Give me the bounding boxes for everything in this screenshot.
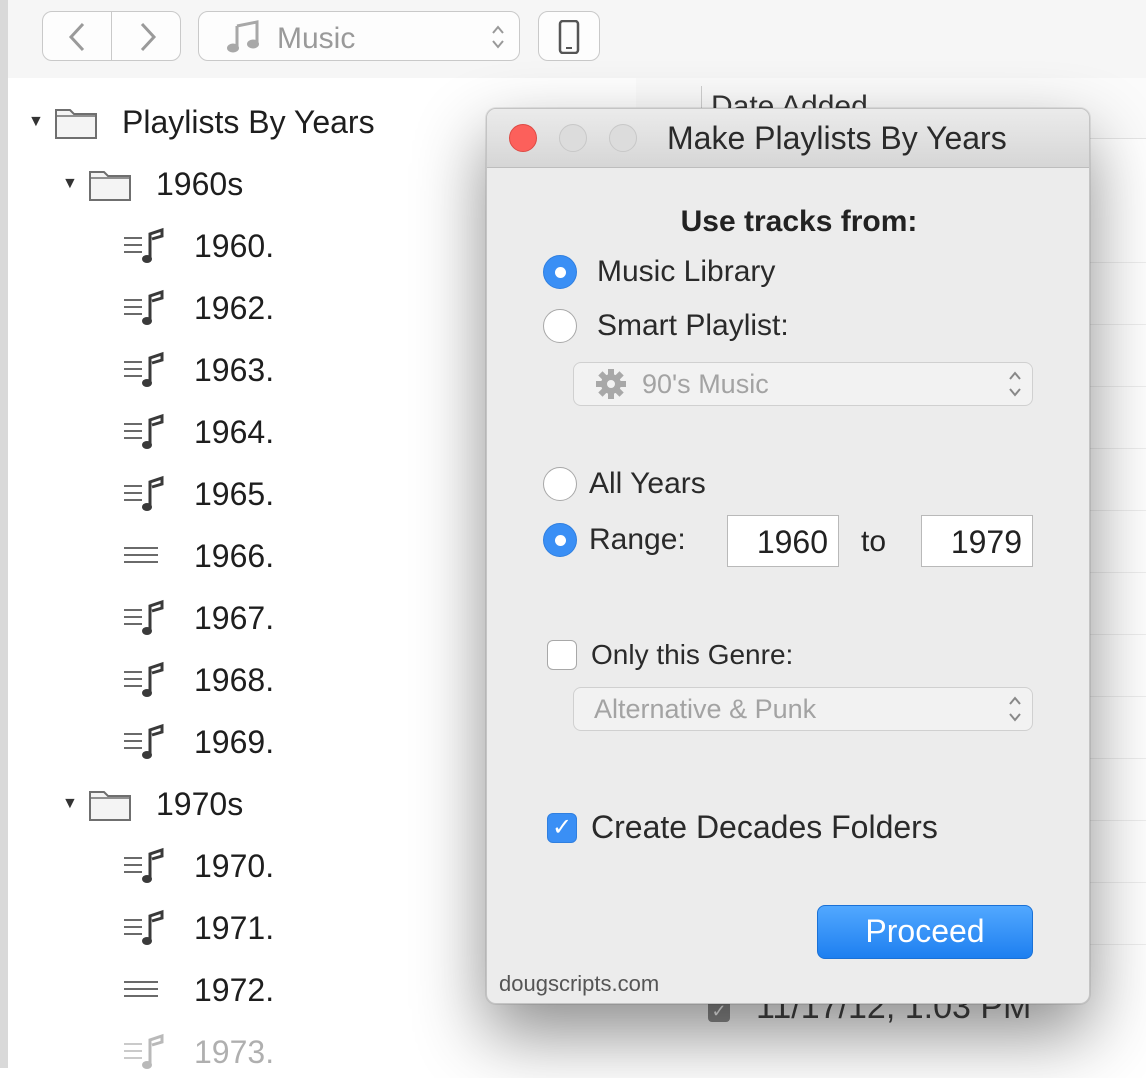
disclosure-triangle-icon[interactable]: ▼ [62,795,80,813]
checkbox-unchecked-icon[interactable] [547,640,577,670]
credit-text: dougscripts.com [499,971,660,996]
music-note-icon [227,20,259,53]
radio-label: Range: [589,523,686,556]
playlist-row[interactable]: 1969. [122,716,274,768]
forward-button[interactable] [111,11,181,61]
folder-row-playlists-by-years[interactable]: ▼ Playlists By Years [28,96,375,148]
checkmark-icon[interactable]: ✓ [547,812,577,843]
playlist-row[interactable]: 1972. [122,964,274,1016]
radio-unselected-icon[interactable] [543,467,577,501]
playlist-row[interactable]: 1971. [122,902,274,954]
disclosure-triangle-icon[interactable]: ▼ [28,113,46,131]
range-from-field[interactable]: 1960 [727,515,839,567]
playlist-label: 1973. [194,1033,275,1070]
playlist-music-icon [122,1032,168,1072]
playlist-row[interactable]: 1962. [122,282,274,334]
chevron-right-icon [140,22,157,52]
radio-label: Music Library [597,255,776,288]
playlist-label: 1960. [194,227,275,264]
playlist-row[interactable]: 1968. [122,654,274,706]
checkbox-label: Create Decades Folders [591,809,938,845]
checkbox-only-genre[interactable]: Only this Genre: [547,639,793,671]
playlist-label: 1963. [194,351,275,388]
checkbox-label: Only this Genre: [591,639,794,670]
device-button[interactable] [538,11,600,61]
dialog-title: Make Playlists By Years [667,120,1007,156]
folder-icon [88,166,132,202]
folder-label: 1960s [156,165,244,202]
source-section-heading: Use tracks from: [680,205,918,238]
radio-label: All Years [589,467,706,500]
range-to-field[interactable]: 1979 [921,515,1033,567]
playlist-row[interactable]: 1966. [122,530,274,582]
playlist-label: 1972. [194,971,275,1008]
radio-all-years[interactable]: All Years [543,467,706,501]
radio-unselected-icon[interactable] [543,309,577,343]
playlist-label: 1962. [194,289,275,326]
toolbar: Music [8,0,1146,78]
folder-icon [88,786,132,822]
playlist-row[interactable]: 1965. [122,468,274,520]
playlist-row[interactable]: 1967. [122,592,274,644]
playlist-label: 1966. [194,537,275,574]
playlist-music-icon [122,846,168,886]
playlist-music-icon [122,908,168,948]
folder-label: 1970s [156,785,244,822]
playlist-label: 1970. [194,847,275,884]
playlist-music-icon [122,722,168,762]
updown-arrows-icon [492,25,504,49]
radio-label: Smart Playlist: [597,309,789,342]
disclosure-triangle-icon[interactable]: ▼ [62,175,80,193]
playlist-label: 1965. [194,475,275,512]
updown-arrows-icon [1009,696,1021,722]
range-to-label: to [861,525,887,558]
playlist-label: 1964. [194,413,275,450]
playlist-music-icon [122,350,168,390]
make-playlists-dialog: Make Playlists By Years Use tracks from:… [486,108,1090,1004]
smart-playlist-select[interactable]: 90's Music [573,362,1033,406]
proceed-button[interactable]: Proceed [817,905,1033,959]
playlist-row[interactable]: 1970. [122,840,274,892]
updown-arrows-icon [1009,371,1021,397]
smart-playlist-value: 90's Music [642,368,769,399]
radio-music-library[interactable]: Music Library [543,255,775,289]
folder-label: Playlists By Years [122,103,375,140]
playlist-label: 1969. [194,723,275,760]
playlist-music-icon [122,412,168,452]
playlist-row[interactable]: 1973. [122,1026,274,1078]
radio-selected-icon[interactable] [543,523,577,557]
back-button[interactable] [42,11,112,61]
playlist-row[interactable]: 1963. [122,344,274,396]
playlist-music-icon [122,660,168,700]
playlist-plain-icon [122,970,168,1010]
playlist-label: 1968. [194,661,275,698]
playlist-plain-icon [122,536,168,576]
folder-row-1960s[interactable]: ▼ 1960s [62,158,243,210]
radio-smart-playlist[interactable]: Smart Playlist: [543,309,789,343]
playlist-label: 1971. [194,909,275,946]
playlist-music-icon [122,598,168,638]
iphone-icon [558,20,580,54]
media-kind-label: Music [277,22,356,55]
folder-row-1970s[interactable]: ▼ 1970s [62,778,243,830]
playlist-row[interactable]: 1964. [122,406,274,458]
playlist-label: 1967. [194,599,275,636]
playlist-music-icon [122,226,168,266]
window-left-edge [0,0,8,1068]
folder-icon [54,104,98,140]
gear-icon [596,369,626,399]
media-kind-select[interactable]: Music [198,11,520,61]
genre-value: Alternative & Punk [594,693,817,724]
radio-range[interactable]: Range: [543,523,686,557]
radio-selected-icon[interactable] [543,255,577,289]
checkbox-create-decades-folders[interactable]: ✓ Create Decades Folders [547,809,938,846]
genre-select[interactable]: Alternative & Punk [573,687,1033,731]
dialog-titlebar[interactable]: Make Playlists By Years [487,109,1089,168]
playlist-row[interactable]: 1960. [122,220,274,272]
chevron-left-icon [68,22,85,52]
playlist-music-icon [122,288,168,328]
playlist-music-icon [122,474,168,514]
